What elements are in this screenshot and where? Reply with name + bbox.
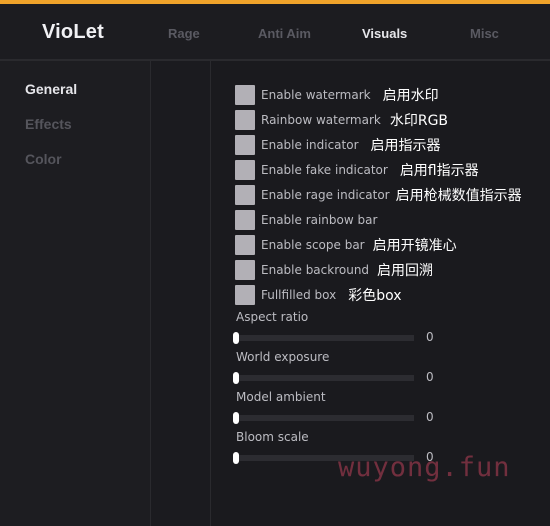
model-ambient-value: 0 — [426, 410, 434, 424]
option-label: Enable fake indicator — [261, 163, 388, 177]
fullfilled-box-checkbox[interactable] — [235, 285, 255, 305]
model-ambient-slider[interactable] — [233, 412, 414, 424]
tab-rage[interactable]: Rage — [168, 26, 200, 41]
option-row: Fullfilled box 彩色box — [235, 285, 402, 305]
tab-visuals[interactable]: Visuals — [362, 26, 407, 41]
option-note: 彩色box — [348, 288, 402, 304]
subpanel-strip — [151, 61, 210, 526]
option-label: Enable rainbow bar — [261, 213, 378, 227]
enable-watermark-checkbox[interactable] — [235, 85, 255, 105]
option-row: Enable scope bar 启用开镜准心 — [235, 235, 457, 255]
option-note: 水印RGB — [389, 113, 449, 129]
option-row: Enable rage indicator 启用枪械数值指示器 — [235, 185, 522, 205]
aspect-ratio-value: 0 — [426, 330, 434, 344]
world-exposure-label: World exposure — [236, 350, 330, 364]
sidebar-item-effects[interactable]: Effects — [25, 116, 72, 132]
option-note: 启用水印 — [382, 88, 439, 104]
option-row: Enable fake indicator 启用fl指示器 — [235, 160, 479, 180]
slider-knob[interactable] — [233, 332, 239, 344]
option-row: Rainbow watermark 水印RGB — [235, 110, 448, 130]
option-note: 启用开镜准心 — [372, 238, 457, 254]
option-row: Enable rainbow bar — [235, 210, 377, 230]
option-label: Enable indicator — [261, 138, 359, 152]
option-label: Enable rage indicator — [261, 188, 390, 202]
option-row: Enable backround 启用回溯 — [235, 260, 433, 280]
option-label: Enable backround — [261, 263, 370, 277]
model-ambient-label: Model ambient — [236, 390, 326, 404]
sidebar-item-color[interactable]: Color — [25, 151, 62, 167]
enable-scope-bar-checkbox[interactable] — [235, 235, 255, 255]
enable-indicator-checkbox[interactable] — [235, 135, 255, 155]
header: VioLet Rage Anti Aim Visuals Misc — [0, 4, 550, 59]
option-label: Enable watermark — [261, 88, 371, 102]
option-label: Enable scope bar — [261, 238, 365, 252]
option-row: Enable watermark 启用水印 — [235, 85, 439, 105]
option-note: 启用回溯 — [377, 263, 434, 279]
option-label: Fullfilled box — [261, 288, 337, 302]
bloom-scale-label: Bloom scale — [236, 430, 309, 444]
slider-knob[interactable] — [233, 372, 239, 384]
tab-misc[interactable]: Misc — [470, 26, 499, 41]
sidebar — [0, 61, 150, 526]
tab-anti-aim[interactable]: Anti Aim — [258, 26, 311, 41]
option-note: 启用指示器 — [370, 138, 441, 154]
enable-backround-checkbox[interactable] — [235, 260, 255, 280]
aspect-ratio-slider[interactable] — [233, 332, 414, 344]
sidebar-item-general[interactable]: General — [25, 81, 77, 97]
option-label: Rainbow watermark — [261, 113, 381, 127]
option-row: Enable indicator 启用指示器 — [235, 135, 441, 155]
enable-rainbow-bar-checkbox[interactable] — [235, 210, 255, 230]
enable-rage-indicator-checkbox[interactable] — [235, 185, 255, 205]
world-exposure-slider[interactable] — [233, 372, 414, 384]
aspect-ratio-label: Aspect ratio — [236, 310, 309, 324]
enable-fake-indicator-checkbox[interactable] — [235, 160, 255, 180]
world-exposure-value: 0 — [426, 370, 434, 384]
option-note: 启用fl指示器 — [399, 163, 479, 179]
rainbow-watermark-checkbox[interactable] — [235, 110, 255, 130]
slider-knob[interactable] — [233, 452, 239, 464]
app-logo: VioLet — [42, 21, 104, 43]
site-watermark: wuyong.fun — [338, 452, 511, 483]
option-note: 启用枪械数值指示器 — [395, 188, 522, 204]
slider-knob[interactable] — [233, 412, 239, 424]
